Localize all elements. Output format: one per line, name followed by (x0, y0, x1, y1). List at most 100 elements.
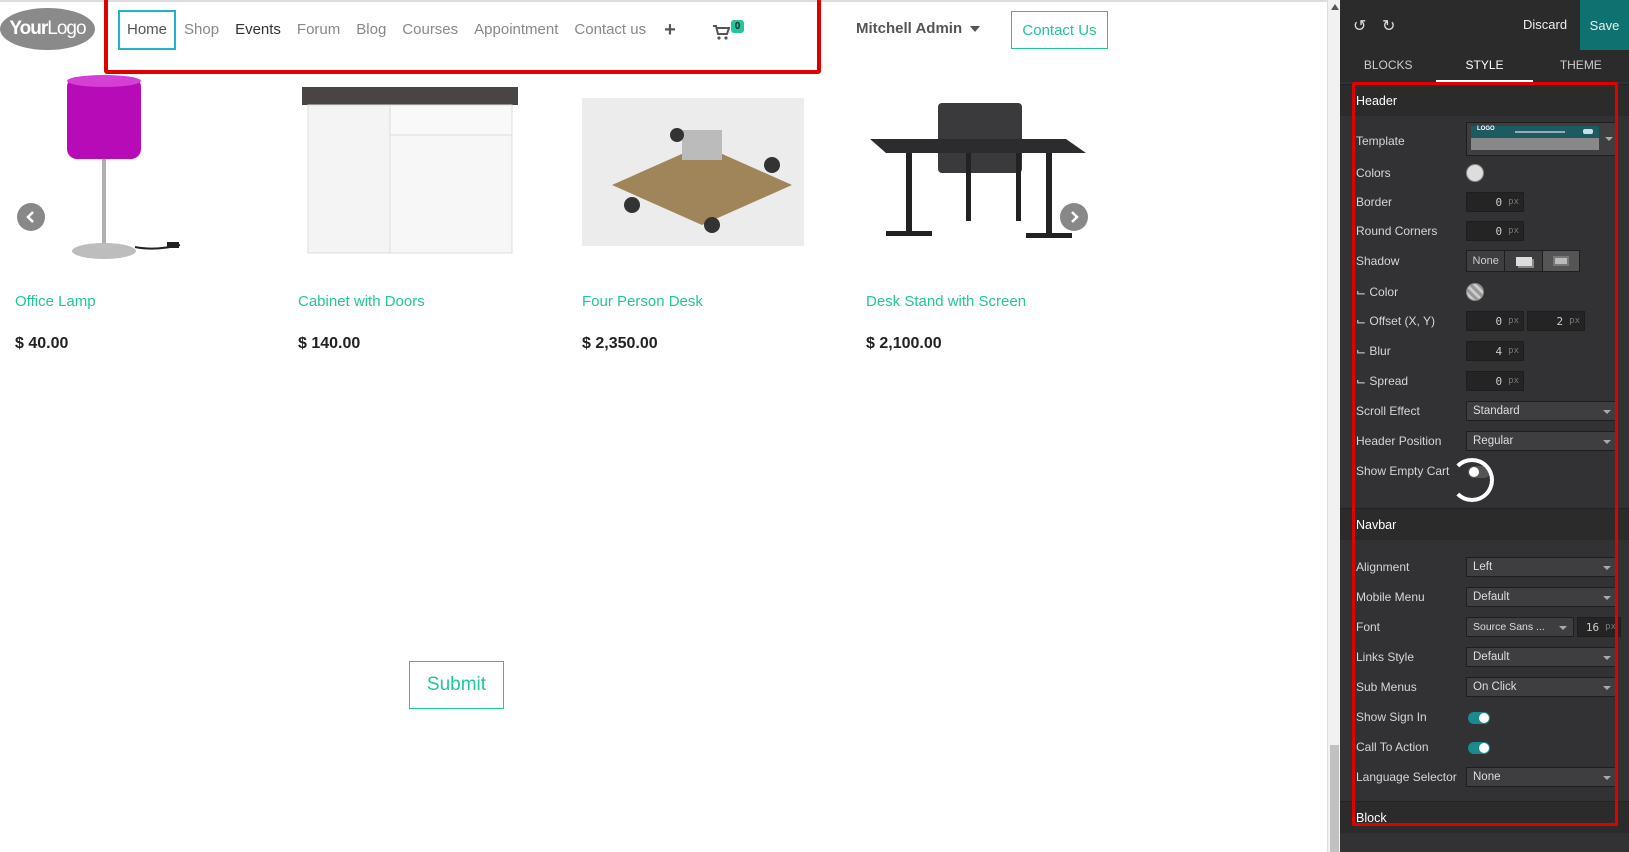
language-selector-select[interactable]: None (1466, 767, 1618, 787)
editor-tabs: BLOCKS STYLE THEME (1340, 50, 1629, 82)
cart-button[interactable]: 0 (712, 15, 745, 45)
call-to-action-toggle[interactable] (1468, 742, 1490, 754)
product-card[interactable]: Cabinet with Doors $ 140.00 (298, 75, 538, 352)
round-value: 0 (1495, 224, 1503, 238)
links-style-value: Default (1473, 651, 1510, 663)
user-name: Mitchell Admin (856, 20, 963, 37)
show-empty-cart-label: Show Empty Cart (1356, 464, 1450, 478)
template-select[interactable]: LOGO (1466, 122, 1618, 156)
header-position-select[interactable]: Regular (1466, 431, 1618, 451)
scroll-effect-select[interactable]: Standard (1466, 401, 1618, 421)
show-empty-cart-toggle[interactable] (1468, 466, 1490, 478)
show-sign-in-toggle[interactable] (1468, 712, 1490, 724)
unit-px: px (1508, 346, 1519, 356)
product-name[interactable]: Cabinet with Doors (298, 293, 425, 310)
offset-label: ⌙ Offset (X, Y) (1356, 314, 1435, 328)
sub-menus-select[interactable]: On Click (1466, 677, 1618, 697)
font-select[interactable]: Source Sans ... (1466, 617, 1574, 637)
header-position-label: Header Position (1356, 434, 1442, 448)
nav-blog[interactable]: Blog (348, 10, 394, 50)
user-menu[interactable]: Mitchell Admin (856, 20, 981, 37)
spread-input[interactable]: 0 px (1466, 371, 1524, 391)
product-image-desk (582, 75, 822, 275)
product-price: $ 140.00 (298, 335, 361, 352)
contact-us-button[interactable]: Contact Us (1011, 11, 1108, 49)
blur-input[interactable]: 4 px (1466, 341, 1524, 361)
discard-button[interactable]: Discard (1523, 17, 1567, 32)
links-style-select[interactable]: Default (1466, 647, 1618, 667)
font-size-input[interactable]: 16 px (1577, 617, 1621, 637)
nav-contact-us[interactable]: Contact us (566, 10, 654, 50)
product-card[interactable]: Office Lamp $ 40.00 (15, 75, 255, 352)
top-border (0, 0, 1327, 2)
editor-panel: ↺ ↻ Discard Save BLOCKS STYLE THEME Head… (1340, 0, 1629, 852)
template-preview-logo: LOGO (1477, 126, 1495, 132)
nav-appointment[interactable]: Appointment (466, 10, 566, 50)
tab-style[interactable]: STYLE (1436, 50, 1533, 82)
add-menu-item-button[interactable]: + (654, 19, 690, 42)
shadow-label: Shadow (1356, 254, 1400, 268)
alignment-label: Alignment (1356, 560, 1410, 574)
section-navbar-title[interactable]: Navbar (1340, 508, 1629, 540)
main-navbar: Home Shop Events Forum Blog Courses Appo… (118, 10, 745, 50)
scroll-up-arrow-icon[interactable] (1331, 4, 1339, 10)
round-corners-input[interactable]: 0 px (1466, 221, 1524, 241)
product-price: $ 2,100.00 (866, 335, 942, 352)
unit-px: px (1569, 316, 1580, 326)
spread-label: ⌙ Spread (1356, 374, 1409, 388)
shadow-inset-button[interactable] (1541, 251, 1580, 271)
sub-menus-label: Sub Menus (1356, 680, 1417, 694)
caret-down-icon (1603, 776, 1611, 780)
caret-down-icon (970, 26, 981, 33)
nav-home[interactable]: Home (118, 10, 177, 50)
show-sign-in-label: Show Sign In (1356, 710, 1427, 724)
product-image-cabinet (298, 75, 538, 275)
shadow-color-picker[interactable] (1466, 283, 1484, 301)
shadow-outset-button[interactable] (1504, 251, 1542, 271)
offset-x-value: 0 (1495, 314, 1503, 328)
unit-px: px (1508, 197, 1519, 207)
shadow-none-button[interactable]: None (1467, 251, 1505, 271)
carousel-next-button[interactable] (1060, 203, 1088, 231)
links-style-label: Links Style (1356, 650, 1415, 664)
product-name[interactable]: Desk Stand with Screen (866, 293, 1026, 310)
redo-icon[interactable]: ↻ (1382, 16, 1395, 36)
cart-icon (712, 25, 730, 40)
caret-down-icon (1603, 596, 1611, 600)
submit-button[interactable]: Submit (409, 661, 504, 709)
language-selector-value: None (1473, 771, 1501, 783)
product-card[interactable]: Four Person Desk $ 2,350.00 (582, 75, 822, 352)
offset-y-input[interactable]: 2 px (1527, 311, 1585, 331)
save-button[interactable]: Save (1580, 0, 1629, 50)
nav-forum[interactable]: Forum (289, 10, 348, 50)
product-name[interactable]: Office Lamp (15, 293, 96, 310)
section-header-title[interactable]: Header (1340, 84, 1629, 116)
product-name[interactable]: Four Person Desk (582, 293, 703, 310)
offset-y-value: 2 (1556, 314, 1564, 328)
unit-px: px (1508, 226, 1519, 236)
alignment-select[interactable]: Left (1466, 557, 1618, 577)
nav-shop[interactable]: Shop (176, 10, 227, 50)
page-scrollbar[interactable] (1327, 0, 1340, 852)
tab-theme[interactable]: THEME (1533, 50, 1629, 82)
product-card[interactable]: Desk Stand with Screen $ 2,100.00 (866, 75, 1106, 352)
site-logo[interactable]: Your Logo (0, 8, 95, 50)
tab-blocks[interactable]: BLOCKS (1340, 50, 1436, 82)
header-color-picker[interactable] (1466, 164, 1484, 182)
nav-courses[interactable]: Courses (394, 10, 466, 50)
undo-icon[interactable]: ↺ (1353, 16, 1366, 36)
font-size-value: 16 (1585, 620, 1600, 634)
section-block-title[interactable]: Block (1340, 801, 1629, 833)
nav-events[interactable]: Events (227, 10, 289, 50)
logo-text-rest: Logo (47, 18, 86, 39)
editor-toolbar: ↺ ↻ Discard Save (1340, 0, 1629, 50)
border-width-input[interactable]: 0 px (1466, 192, 1524, 212)
mobile-menu-label: Mobile Menu (1356, 590, 1425, 604)
offset-x-input[interactable]: 0 px (1466, 311, 1524, 331)
border-value: 0 (1495, 195, 1503, 209)
carousel-prev-button[interactable] (17, 203, 45, 231)
shadow-toggle-group: None (1466, 250, 1580, 272)
mobile-menu-select[interactable]: Default (1466, 587, 1618, 607)
caret-down-icon (1559, 626, 1567, 630)
scroll-thumb[interactable] (1330, 745, 1339, 852)
